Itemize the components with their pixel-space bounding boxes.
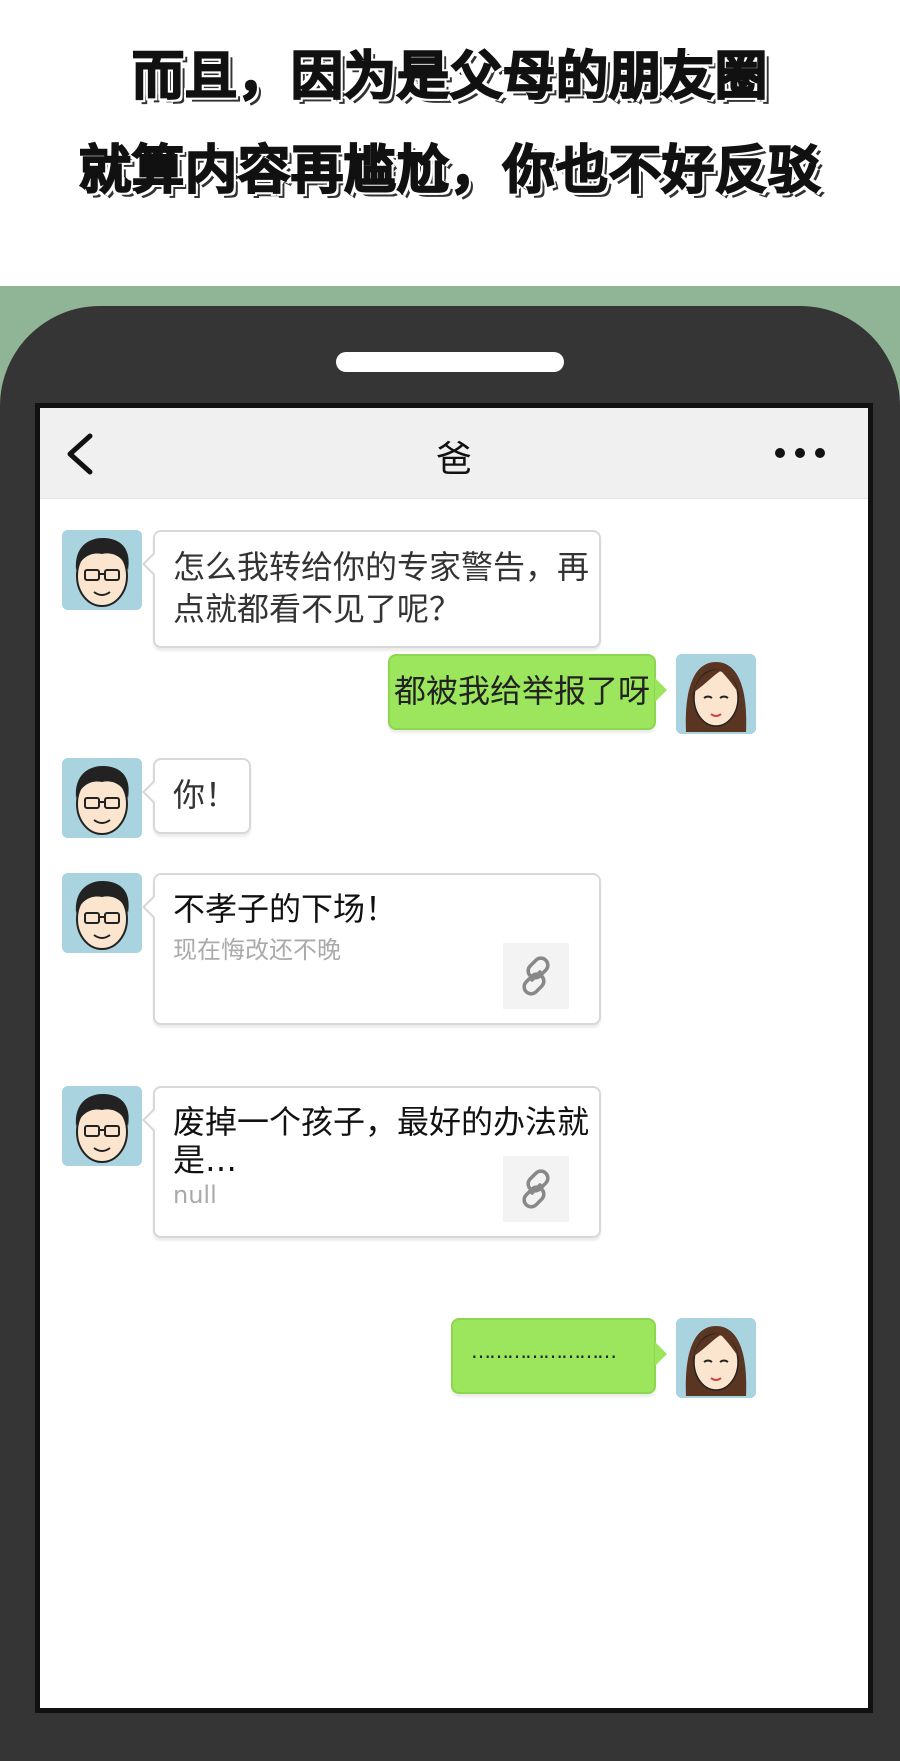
avatar-me[interactable]: [676, 1318, 756, 1398]
link-icon: [522, 956, 550, 996]
link-card[interactable]: 废掉一个孩子，最好的办法就 是… null: [142, 1086, 601, 1238]
dad-face-icon: [62, 1086, 142, 1166]
dad-face-icon: [62, 530, 142, 610]
message-text: 点就都看不见了呢？: [173, 590, 462, 628]
ellipsis-icon[interactable]: [770, 438, 830, 468]
link-title: 废掉一个孩子，最好的办法就: [173, 1103, 590, 1141]
link-icon: [522, 1169, 550, 1209]
message-bubble[interactable]: 你！: [142, 758, 251, 834]
avatar-dad[interactable]: [62, 873, 142, 953]
link-thumbnail: [503, 1156, 569, 1222]
message-text: 怎么我转给你的专家警告，再: [173, 548, 590, 586]
dad-face-icon: [62, 758, 142, 838]
girl-face-icon: [676, 654, 756, 734]
chat-header: 爸: [40, 408, 868, 499]
message-bubble[interactable]: 都被我给举报了呀: [388, 654, 667, 730]
link-thumbnail: [503, 943, 569, 1009]
girl-face-icon: [676, 1318, 756, 1398]
caption-line-2: 就算内容再尴尬，你也不好反驳: [78, 140, 821, 202]
message-bubble[interactable]: 怎么我转给你的专家警告，再 点就都看不见了呢？: [142, 530, 601, 648]
link-title: 不孝子的下场！: [173, 890, 398, 928]
chat-title: 爸: [435, 439, 472, 480]
dad-face-icon: [62, 873, 142, 953]
caption-line-1: 而且，因为是父母的朋友圈: [131, 46, 768, 108]
message-bubble[interactable]: ……………………: [451, 1318, 667, 1394]
chat-screen: 爸 怎么我转给你的专家警告，再 点就都看不见了呢？ 都被我给举报了呀 你！ 不孝…: [35, 403, 873, 1713]
phone-speaker: [336, 352, 564, 372]
message-text: ……………………: [471, 1339, 617, 1363]
link-card[interactable]: 不孝子的下场！ 现在悔改还不晚: [142, 873, 601, 1025]
avatar-me[interactable]: [676, 654, 756, 734]
message-text: 你！: [173, 776, 238, 814]
avatar-dad[interactable]: [62, 758, 142, 838]
link-description: 现在悔改还不晚: [173, 936, 341, 964]
message-text: 都被我给举报了呀: [394, 672, 651, 710]
link-description: null: [173, 1181, 217, 1209]
avatar-dad[interactable]: [62, 1086, 142, 1166]
avatar-dad[interactable]: [62, 530, 142, 610]
